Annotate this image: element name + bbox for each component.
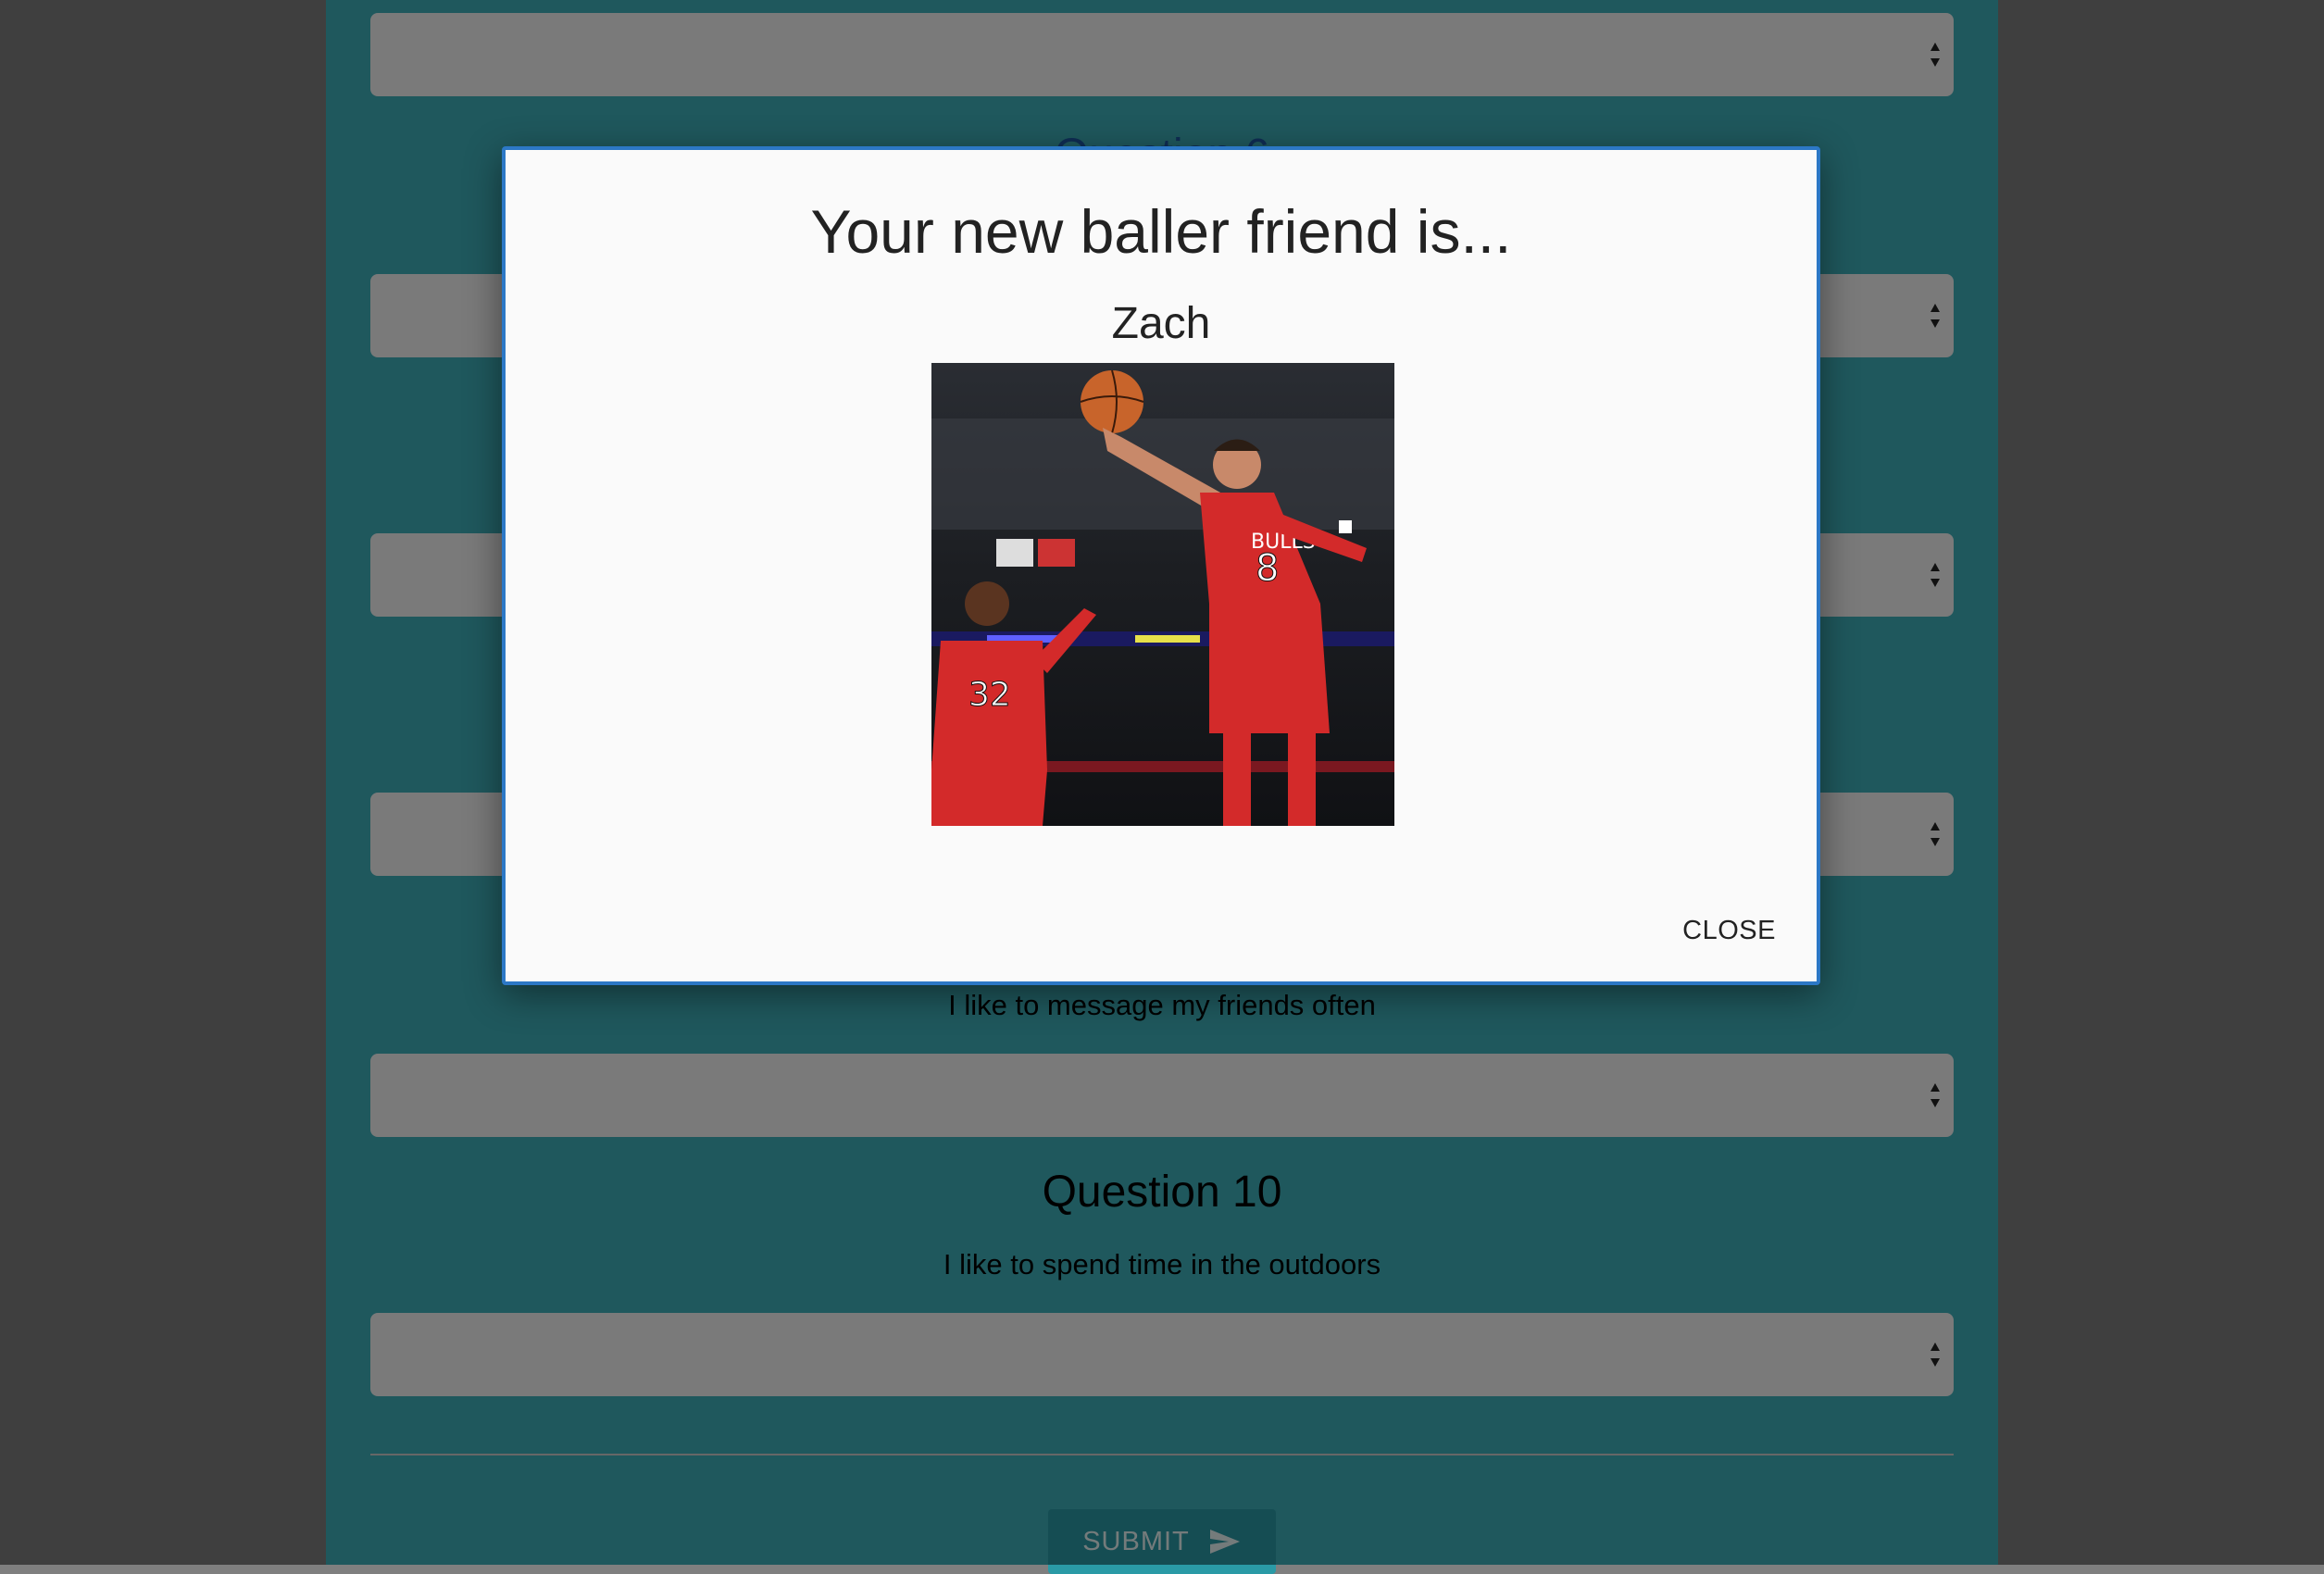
result-modal: Your new baller friend is... Zach BULLS … (502, 146, 1820, 985)
friend-photo: BULLS 8 32 (931, 363, 1394, 826)
modal-title: Your new baller friend is... (810, 197, 1512, 266)
friend-name: Zach (1111, 299, 1211, 348)
close-button[interactable]: CLOSE (1682, 916, 1776, 946)
svg-text:8: 8 (1256, 547, 1279, 590)
svg-text:32: 32 (968, 676, 1011, 714)
basketball-player-image: BULLS 8 32 (931, 363, 1394, 826)
